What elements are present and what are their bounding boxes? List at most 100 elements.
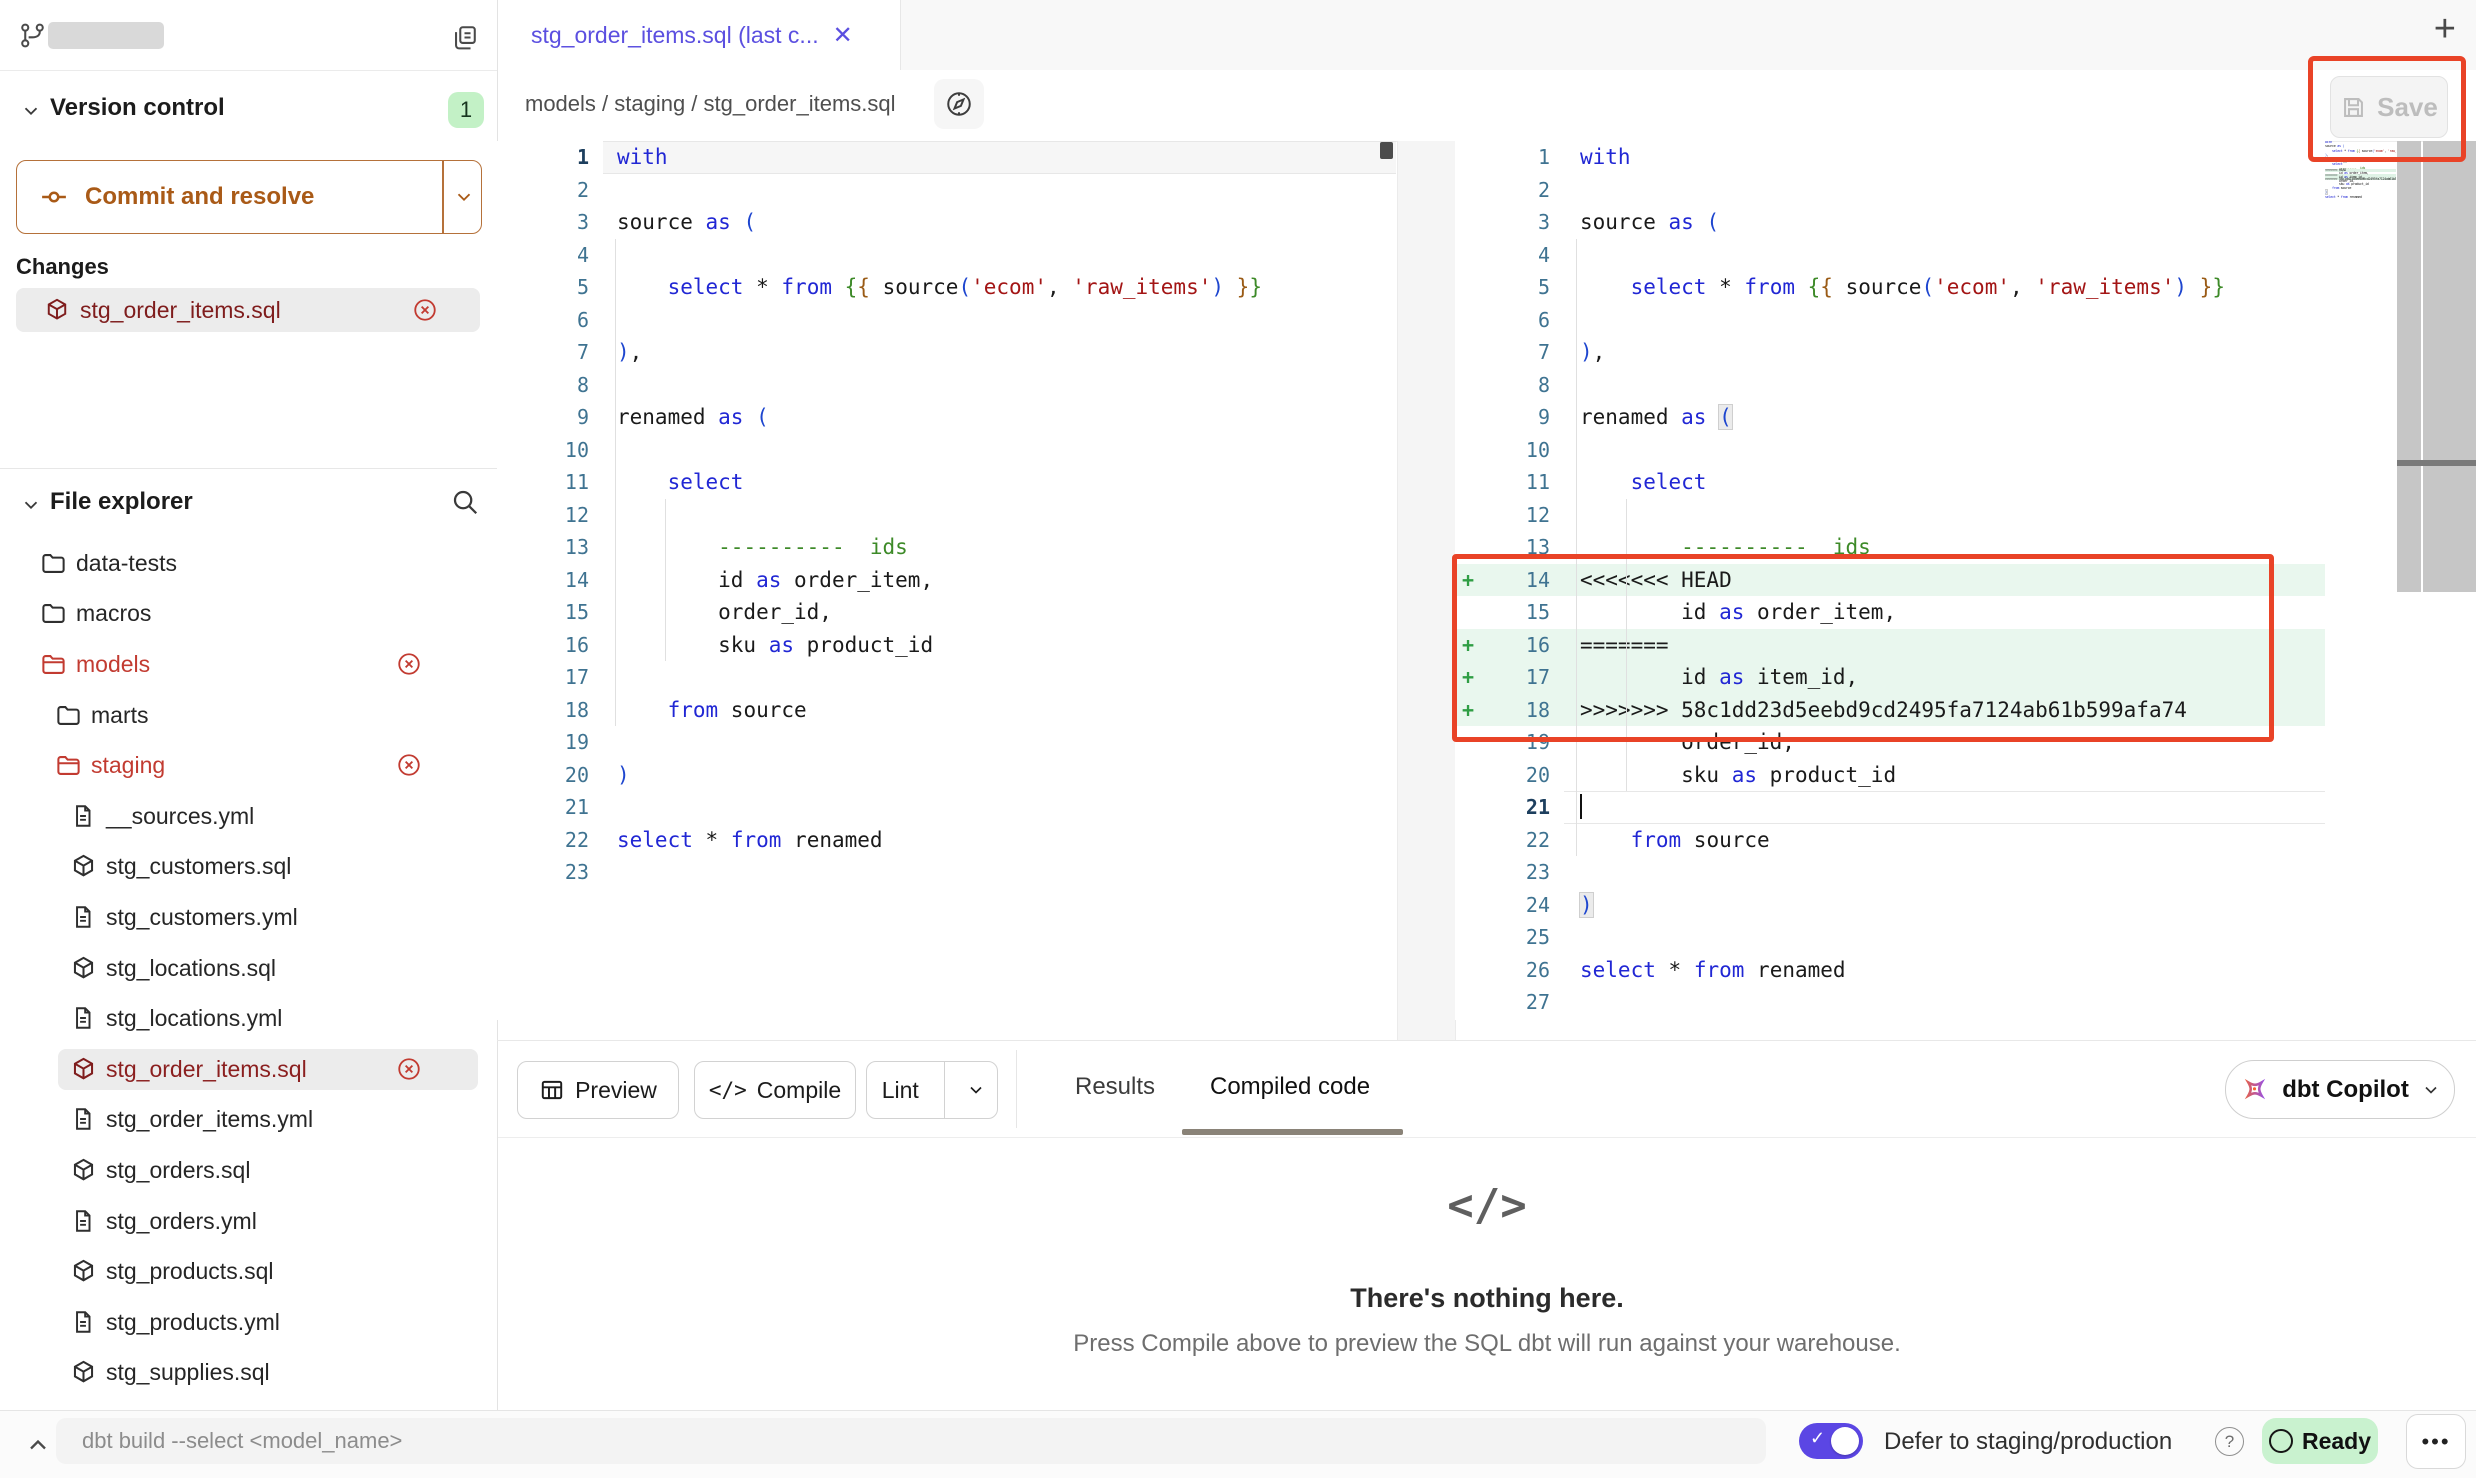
page-scrollbar-thumb[interactable] [2423,141,2476,592]
code-line-26[interactable]: 26select * from renamed [1455,954,2325,987]
code-line-2[interactable]: 2 [497,174,1396,207]
code-line-1[interactable]: 1with [497,141,1396,174]
tree-item-stg_products.yml[interactable]: stg_products.yml [0,1297,497,1348]
code-line-12[interactable]: 12 [1455,499,2325,532]
expand-command-chevron-icon[interactable] [24,1431,52,1459]
tree-item-stg_customers.yml[interactable]: stg_customers.yml [0,892,497,943]
tab-stg-order-items[interactable]: stg_order_items.sql (last c... ✕ [498,0,901,70]
code-line-10[interactable]: 10 [1455,434,2325,467]
commit-and-resolve-button[interactable]: Commit and resolve [16,160,482,234]
lint-button[interactable]: Lint [866,1061,998,1119]
code-line-13[interactable]: 13 ---------- ids [497,531,1396,564]
code-line-23[interactable]: 23 [1455,856,2325,889]
tree-item-stg_products.sql[interactable]: stg_products.sql [0,1246,497,1297]
code-line-23[interactable]: 23 [497,856,1396,889]
code-pane-current[interactable]: 1with23source as (45 select * from {{ so… [1455,141,2325,1020]
code-line-14[interactable]: 14 id as order_item, [497,564,1396,597]
code-line-14[interactable]: +14<<<<<<< HEAD [1455,564,2325,597]
code-line-8[interactable]: 8 [1455,369,2325,402]
defer-toggle[interactable]: ✓ [1799,1423,1863,1459]
code-line-8[interactable]: 8 [497,369,1396,402]
branch-icon[interactable] [18,21,47,50]
pane-divider[interactable] [1397,141,1456,1040]
code-line-10[interactable]: 10 [497,434,1396,467]
code-line-5[interactable]: 5 select * from {{ source('ecom', 'raw_i… [497,271,1396,304]
code-line-15[interactable]: 15 id as order_item, [1455,596,2325,629]
code-line-24[interactable]: 24) [1455,889,2325,922]
tree-item-stg_order_items.sql[interactable]: stg_order_items.sql [0,1044,497,1095]
tree-item-stg_locations.sql[interactable]: stg_locations.sql [0,943,497,994]
search-icon[interactable] [450,487,480,517]
save-button[interactable]: Save [2330,76,2448,138]
lint-options-chevron-icon[interactable] [955,1080,997,1100]
code-line-7[interactable]: 7), [497,336,1396,369]
code-line-9[interactable]: 9renamed as ( [1455,401,2325,434]
editor-scrollbar-thumb[interactable] [2397,141,2421,592]
code-line-22[interactable]: 22 from source [1455,824,2325,857]
code-line-17[interactable]: 17 [497,661,1396,694]
tree-item-data-tests[interactable]: data-tests [0,538,497,589]
new-tab-button[interactable]: + [2434,8,2456,51]
tree-item-stg_locations.yml[interactable]: stg_locations.yml [0,993,497,1044]
code-line-18[interactable]: +18>>>>>>> 58c1dd23d5eebd9cd2495fa7124ab… [1455,694,2325,727]
tree-item-stg_order_items.yml[interactable]: stg_order_items.yml [0,1095,497,1146]
tree-item-macros[interactable]: macros [0,589,497,640]
tree-item-models[interactable]: models [0,639,497,690]
code-line-19[interactable]: 19 [497,726,1396,759]
code-line-21[interactable]: 21 [1455,791,2325,824]
tab-close-icon[interactable]: ✕ [833,21,853,50]
code-line-6[interactable]: 6 [497,304,1396,337]
code-line-6[interactable]: 6 [1455,304,2325,337]
code-line-27[interactable]: 27 [1455,986,2325,1019]
tab-results[interactable]: Results [1075,1073,1155,1101]
code-line-11[interactable]: 11 select [1455,466,2325,499]
code-line-16[interactable]: +16======= [1455,629,2325,662]
dbt-copilot-button[interactable]: dbt Copilot [2225,1060,2455,1119]
help-icon[interactable]: ? [2215,1427,2244,1456]
code-line-22[interactable]: 22select * from renamed [497,824,1396,857]
code-line-9[interactable]: 9renamed as ( [497,401,1396,434]
code-line-18[interactable]: 18 from source [497,694,1396,727]
more-options-button[interactable]: ••• [2406,1414,2466,1469]
compile-button[interactable]: </> Compile [694,1061,856,1119]
lineage-compass-icon[interactable] [934,79,984,129]
code-line-25[interactable]: 25 [1455,921,2325,954]
code-line-12[interactable]: 12 [497,499,1396,532]
status-ready-badge[interactable]: Ready [2262,1418,2378,1464]
left-pane-scrollbar-thumb[interactable] [1380,142,1393,159]
code-line-3[interactable]: 3source as ( [1455,206,2325,239]
code-pane-last-commit[interactable]: 1with23source as (45 select * from {{ so… [497,141,1396,1020]
minimap[interactable]: with source as ( select * from {{ source… [2325,141,2396,213]
copy-icon[interactable] [450,23,479,52]
tree-item-marts[interactable]: marts [0,690,497,741]
changed-file-row[interactable]: stg_order_items.sql [16,288,480,332]
tab-compiled-code[interactable]: Compiled code [1210,1073,1370,1101]
discard-change-icon[interactable] [412,297,438,323]
tree-item-stg_orders.yml[interactable]: stg_orders.yml [0,1196,497,1247]
tree-item-stg_orders.sql[interactable]: stg_orders.sql [0,1145,497,1196]
code-line-17[interactable]: +17 id as item_id, [1455,661,2325,694]
code-line-11[interactable]: 11 select [497,466,1396,499]
code-line-4[interactable]: 4 [1455,239,2325,272]
tree-item-stg_customers.sql[interactable]: stg_customers.sql [0,842,497,893]
commit-options-chevron-icon[interactable] [453,186,475,208]
code-line-20[interactable]: 20 sku as product_id [1455,759,2325,792]
code-line-16[interactable]: 16 sku as product_id [497,629,1396,662]
file-explorer-chevron-icon[interactable] [20,494,42,516]
code-line-20[interactable]: 20) [497,759,1396,792]
breadcrumb[interactable]: models / staging / stg_order_items.sql [525,91,896,117]
conflict-revert-icon[interactable] [396,752,422,778]
version-control-chevron-icon[interactable] [20,100,42,122]
tree-item-__sources.yml[interactable]: __sources.yml [0,791,497,842]
code-line-7[interactable]: 7), [1455,336,2325,369]
code-line-15[interactable]: 15 order_id, [497,596,1396,629]
tree-item-staging[interactable]: staging [0,740,497,791]
branch-name-redacted[interactable] [48,22,164,49]
code-line-3[interactable]: 3source as ( [497,206,1396,239]
code-line-19[interactable]: 19 order_id, [1455,726,2325,759]
code-line-2[interactable]: 2 [1455,174,2325,207]
code-line-4[interactable]: 4 [497,239,1396,272]
conflict-revert-icon[interactable] [396,1056,422,1082]
command-input[interactable]: dbt build --select <model_name> [56,1418,1766,1464]
code-line-21[interactable]: 21 [497,791,1396,824]
